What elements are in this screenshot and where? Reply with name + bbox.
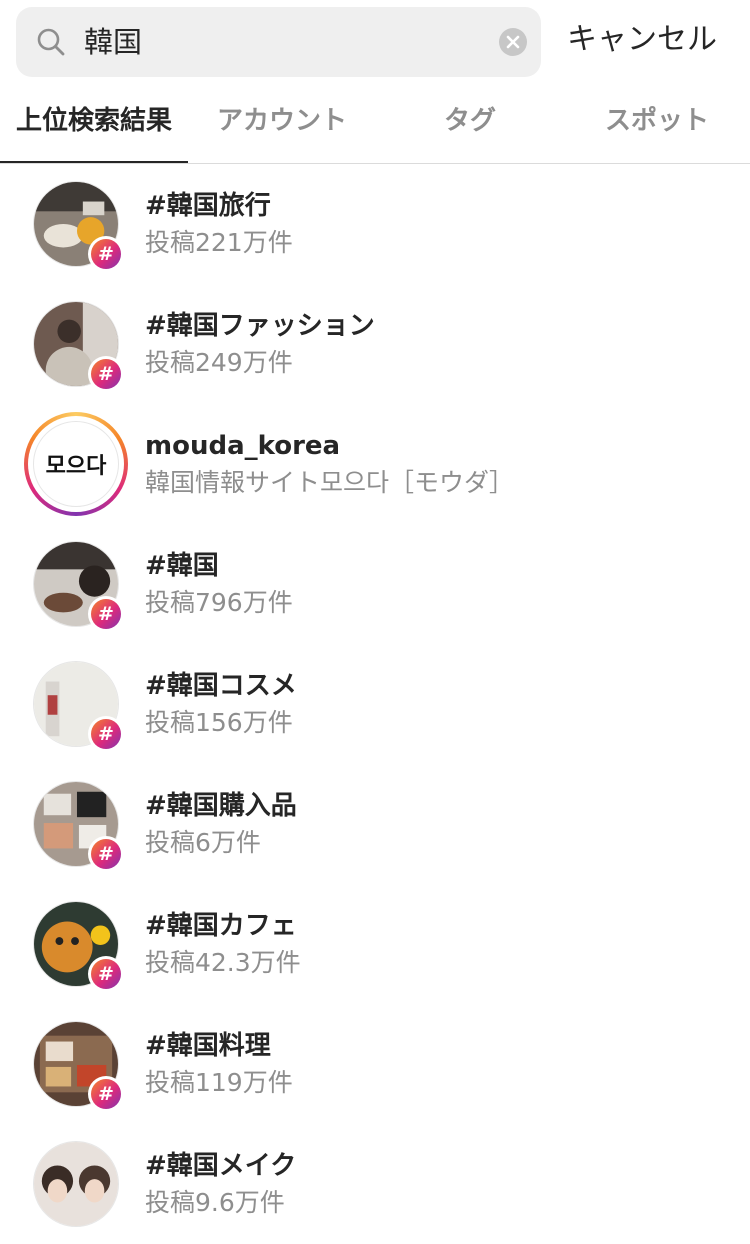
hashtag-badge-icon: # — [88, 1076, 124, 1112]
result-title: mouda_korea — [145, 431, 341, 461]
cancel-button[interactable]: キャンセル — [567, 22, 717, 58]
search-results-list: # #韓国旅行 投稿221万件 # #韓国ファッション 投稿249万件 모으다 … — [0, 164, 750, 1244]
search-tabs: 上位検索結果 アカウント タグ スポット — [0, 92, 750, 164]
search-query: 韓国 — [84, 25, 143, 59]
account-logo: 모으다 — [45, 454, 107, 479]
tab-top[interactable]: 上位検索結果 — [16, 104, 172, 138]
hashtag-badge-icon: # — [88, 356, 124, 392]
account-avatar: 모으다 — [33, 421, 119, 507]
result-title: #韓国料理 — [145, 1031, 271, 1061]
hashtag-badge-icon: # — [88, 836, 124, 872]
search-header: 韓国 キャンセル — [0, 0, 750, 92]
result-row[interactable]: 모으다 mouda_korea 韓国情報サイト모으다［モウダ］ — [0, 404, 750, 524]
story-ring: 모으다 — [24, 412, 128, 516]
result-row[interactable]: # #韓国料理 投稿119万件 — [0, 1004, 750, 1124]
result-title: #韓国旅行 — [145, 191, 271, 221]
result-title: #韓国 — [145, 551, 219, 581]
result-title: #韓国コスメ — [145, 671, 297, 701]
result-row[interactable]: # #韓国コスメ 投稿156万件 — [0, 644, 750, 764]
hashtag-thumbnail — [33, 1141, 119, 1227]
result-subtitle: 投稿249万件 — [145, 348, 293, 377]
result-title: #韓国カフェ — [145, 911, 297, 941]
hashtag-badge-icon: # — [88, 236, 124, 272]
result-row[interactable]: # #韓国ファッション 投稿249万件 — [0, 284, 750, 404]
search-input[interactable]: 韓国 — [16, 7, 541, 77]
result-title: #韓国ファッション — [145, 311, 375, 341]
search-icon — [37, 28, 65, 56]
result-subtitle: 投稿796万件 — [145, 588, 293, 617]
close-icon — [506, 35, 520, 49]
result-subtitle: 投稿156万件 — [145, 708, 293, 737]
result-title: #韓国購入品 — [145, 791, 297, 821]
result-row[interactable]: # #韓国旅行 投稿221万件 — [0, 164, 750, 284]
result-subtitle: 投稿9.6万件 — [145, 1188, 285, 1217]
result-row[interactable]: #韓国メイク 投稿9.6万件 — [0, 1124, 750, 1244]
tab-accounts[interactable]: アカウント — [217, 104, 347, 138]
result-subtitle: 投稿42.3万件 — [145, 948, 301, 977]
result-row[interactable]: # #韓国 投稿796万件 — [0, 524, 750, 644]
tab-places[interactable]: スポット — [605, 104, 709, 138]
hashtag-badge-icon: # — [88, 716, 124, 752]
tab-tags[interactable]: タグ — [444, 104, 496, 138]
result-subtitle: 投稿221万件 — [145, 228, 293, 257]
clear-search-button[interactable] — [499, 28, 527, 56]
hashtag-badge-icon: # — [88, 956, 124, 992]
result-subtitle: 投稿119万件 — [145, 1068, 293, 1097]
result-row[interactable]: # #韓国カフェ 投稿42.3万件 — [0, 884, 750, 1004]
hashtag-badge-icon: # — [88, 596, 124, 632]
result-title: #韓国メイク — [145, 1151, 297, 1181]
result-subtitle: 投稿6万件 — [145, 828, 261, 857]
result-subtitle: 韓国情報サイト모으다［モウダ］ — [145, 468, 515, 497]
result-row[interactable]: # #韓国購入品 投稿6万件 — [0, 764, 750, 884]
active-tab-indicator — [0, 161, 188, 163]
